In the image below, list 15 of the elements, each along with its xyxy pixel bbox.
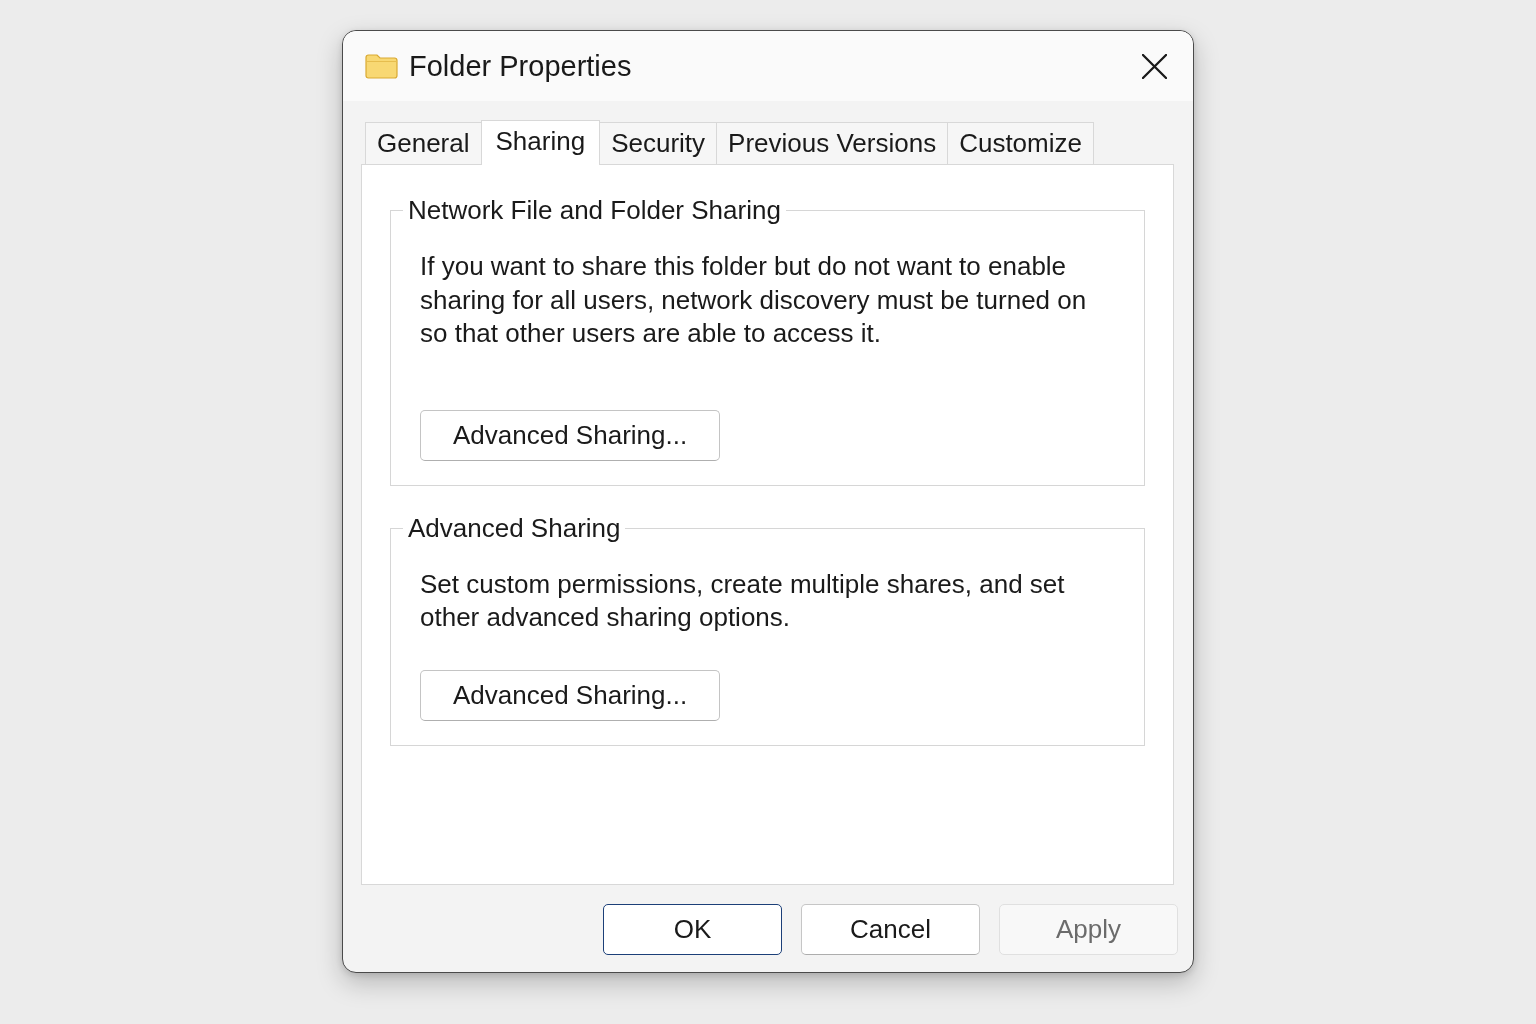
tab[interactable]: Sharing <box>480 120 601 165</box>
tab[interactable]: General <box>365 122 482 164</box>
close-icon <box>1142 53 1167 79</box>
group-description: If you want to share this folder but do not want to enable sharing for all users, network discovery must be turned on so that other users are able to access it. <box>420 250 1088 350</box>
folder-icon <box>365 53 398 79</box>
close-button[interactable] <box>1141 52 1168 80</box>
group-title: Network File and Folder Sharing <box>407 196 782 225</box>
tab[interactable]: Customize <box>947 122 1094 164</box>
group-title: Advanced Sharing <box>407 513 622 543</box>
dialog-button[interactable]: OK <box>603 904 782 955</box>
advanced-sharing-button[interactable]: Advanced Sharing... <box>420 669 721 721</box>
group-description: Set custom permissions, create multiple shares, and set other advanced sharing options. <box>420 567 1066 634</box>
window-title: Folder Properties <box>409 49 632 83</box>
advanced-sharing-button[interactable]: Advanced Sharing... <box>420 409 721 461</box>
dialog-button[interactable]: Cancel <box>801 904 980 955</box>
